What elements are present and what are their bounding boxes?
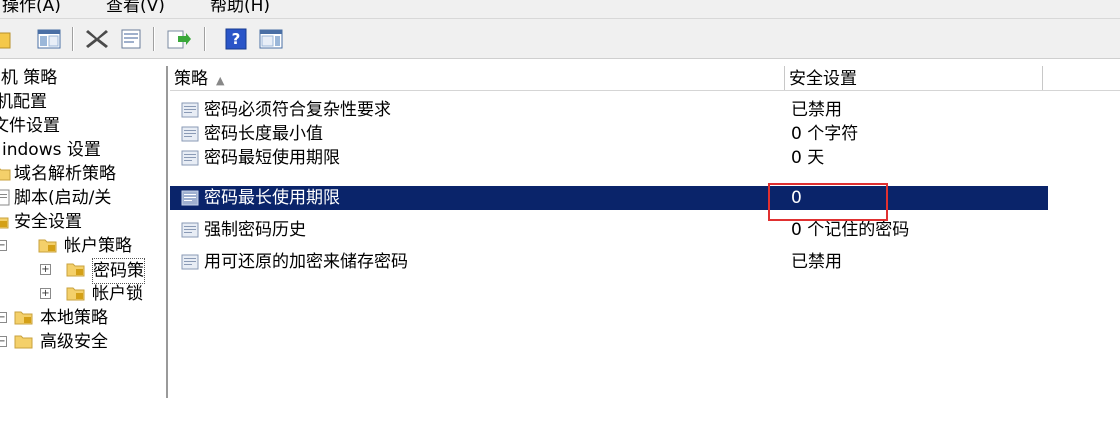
- table-row[interactable]: 用可还原的加密来储存密码 已禁用: [170, 250, 1048, 274]
- console-tree: !机 策略 机配置 文件设置 indows 设置 域名解析策略 脚本(启动/关 …: [0, 66, 168, 398]
- tree-item-advanced-security[interactable]: − 高级安全: [0, 330, 166, 350]
- folder-icon: [0, 168, 11, 181]
- list-header: 策略 ▲ 安全设置: [170, 66, 1120, 91]
- tree-item-label: 安全设置: [14, 212, 82, 232]
- toolbar-separator: [72, 27, 74, 51]
- toolbar-separator: [204, 27, 206, 51]
- tree-item-label: 高级安全: [40, 332, 108, 350]
- policy-setting: 0: [791, 188, 802, 208]
- show-action-pane-icon[interactable]: [258, 27, 284, 51]
- script-icon: [0, 189, 10, 206]
- up-folder-icon[interactable]: [0, 27, 14, 51]
- policy-item-icon: [181, 254, 199, 270]
- policy-name: 密码最长使用期限: [204, 188, 340, 208]
- toolbar-separator: [153, 27, 155, 51]
- tree-item-name-resolution-policy[interactable]: 域名解析策略: [0, 162, 166, 186]
- tree-item-label: 本地策略: [40, 308, 108, 328]
- tree-item-windows-settings[interactable]: indows 设置: [0, 138, 166, 162]
- tree-item-label: indows 设置: [2, 140, 101, 160]
- collapse-icon[interactable]: −: [0, 312, 7, 323]
- menu-view[interactable]: 查看(V): [106, 0, 165, 16]
- table-row[interactable]: 密码最短使用期限 0 天: [170, 146, 1048, 170]
- policy-name: 强制密码历史: [204, 220, 306, 240]
- tree-item-label: 帐户策略: [64, 236, 132, 256]
- menu-bar: 操作(A) 查看(V) 帮助(H): [0, 0, 1120, 19]
- folder-icon: [14, 335, 33, 349]
- tree-item-label: 帐户锁: [92, 284, 143, 304]
- tree-item-local-policies[interactable]: − 本地策略: [0, 306, 166, 330]
- svg-text:?: ?: [232, 30, 241, 48]
- policy-item-icon: [181, 190, 199, 206]
- policy-setting: 已禁用: [791, 252, 842, 272]
- tree-item-computer-policy[interactable]: !机 策略: [0, 66, 166, 90]
- tree-item-label: 文件设置: [0, 116, 60, 136]
- tree-item-scripts[interactable]: 脚本(启动/关: [0, 186, 166, 210]
- help-icon[interactable]: ?: [224, 27, 250, 51]
- policy-setting: 已禁用: [791, 100, 842, 120]
- menu-help[interactable]: 帮助(H): [210, 0, 270, 16]
- policy-item-icon: [181, 126, 199, 142]
- policy-setting: 0 个字符: [791, 124, 859, 144]
- toolbar: ?: [0, 19, 1120, 59]
- security-folder-icon: [38, 239, 57, 253]
- delete-icon[interactable]: [84, 27, 110, 51]
- column-header-setting[interactable]: 安全设置: [785, 66, 1043, 90]
- tree-item-security-settings[interactable]: 安全设置: [0, 210, 166, 234]
- expand-icon[interactable]: +: [40, 288, 51, 299]
- tree-item-label: 脚本(启动/关: [14, 188, 112, 208]
- security-folder-icon: [66, 287, 85, 301]
- menu-action[interactable]: 操作(A): [2, 0, 61, 16]
- policy-item-icon: [181, 150, 199, 166]
- security-folder-icon: [14, 311, 33, 325]
- collapse-icon[interactable]: −: [0, 336, 7, 347]
- security-folder-icon: [0, 217, 9, 229]
- tree-item-password-policy[interactable]: + 密码策: [0, 258, 166, 284]
- tree-item-software-settings[interactable]: 文件设置: [0, 114, 166, 138]
- column-header-label: 策略: [174, 69, 208, 89]
- tree-item-label: !机 策略: [0, 68, 58, 88]
- policy-name: 密码长度最小值: [204, 124, 323, 144]
- tree-item-computer-config[interactable]: 机配置: [0, 90, 166, 114]
- expand-icon[interactable]: +: [40, 264, 51, 275]
- security-folder-icon: [66, 263, 85, 277]
- table-row[interactable]: 强制密码历史 0 个记住的密码: [170, 218, 1048, 242]
- tree-item-label: 机配置: [0, 92, 47, 112]
- policy-list: 策略 ▲ 安全设置 密码必须符合复杂性要求 已禁用 密码长度最小值 0 个字符 密…: [170, 66, 1120, 400]
- policy-name: 用可还原的加密来储存密码: [204, 252, 408, 272]
- policy-name: 密码必须符合复杂性要求: [204, 100, 391, 120]
- show-hide-tree-icon[interactable]: [36, 27, 62, 51]
- table-row-selected[interactable]: 密码最长使用期限 0: [170, 186, 1048, 210]
- policy-setting: 0 天: [791, 148, 825, 168]
- policy-item-icon: [181, 222, 199, 238]
- policy-setting: 0 个记住的密码: [791, 220, 910, 240]
- tree-item-label: 密码策: [92, 258, 145, 284]
- policy-name: 密码最短使用期限: [204, 148, 340, 168]
- export-list-icon[interactable]: [166, 27, 192, 51]
- table-row[interactable]: 密码长度最小值 0 个字符: [170, 122, 1048, 146]
- column-header-label: 安全设置: [789, 69, 857, 89]
- table-row[interactable]: 密码必须符合复杂性要求 已禁用: [170, 98, 1048, 122]
- collapse-icon[interactable]: −: [0, 240, 7, 251]
- policy-item-icon: [181, 102, 199, 118]
- properties-icon[interactable]: [118, 27, 144, 51]
- sort-ascending-icon: ▲: [216, 74, 225, 87]
- tree-item-account-policies[interactable]: − 帐户策略: [0, 234, 166, 258]
- column-header-policy[interactable]: 策略 ▲: [170, 66, 785, 90]
- tree-item-account-lockout-policy[interactable]: + 帐户锁: [0, 282, 166, 306]
- tree-item-label: 域名解析策略: [14, 164, 116, 184]
